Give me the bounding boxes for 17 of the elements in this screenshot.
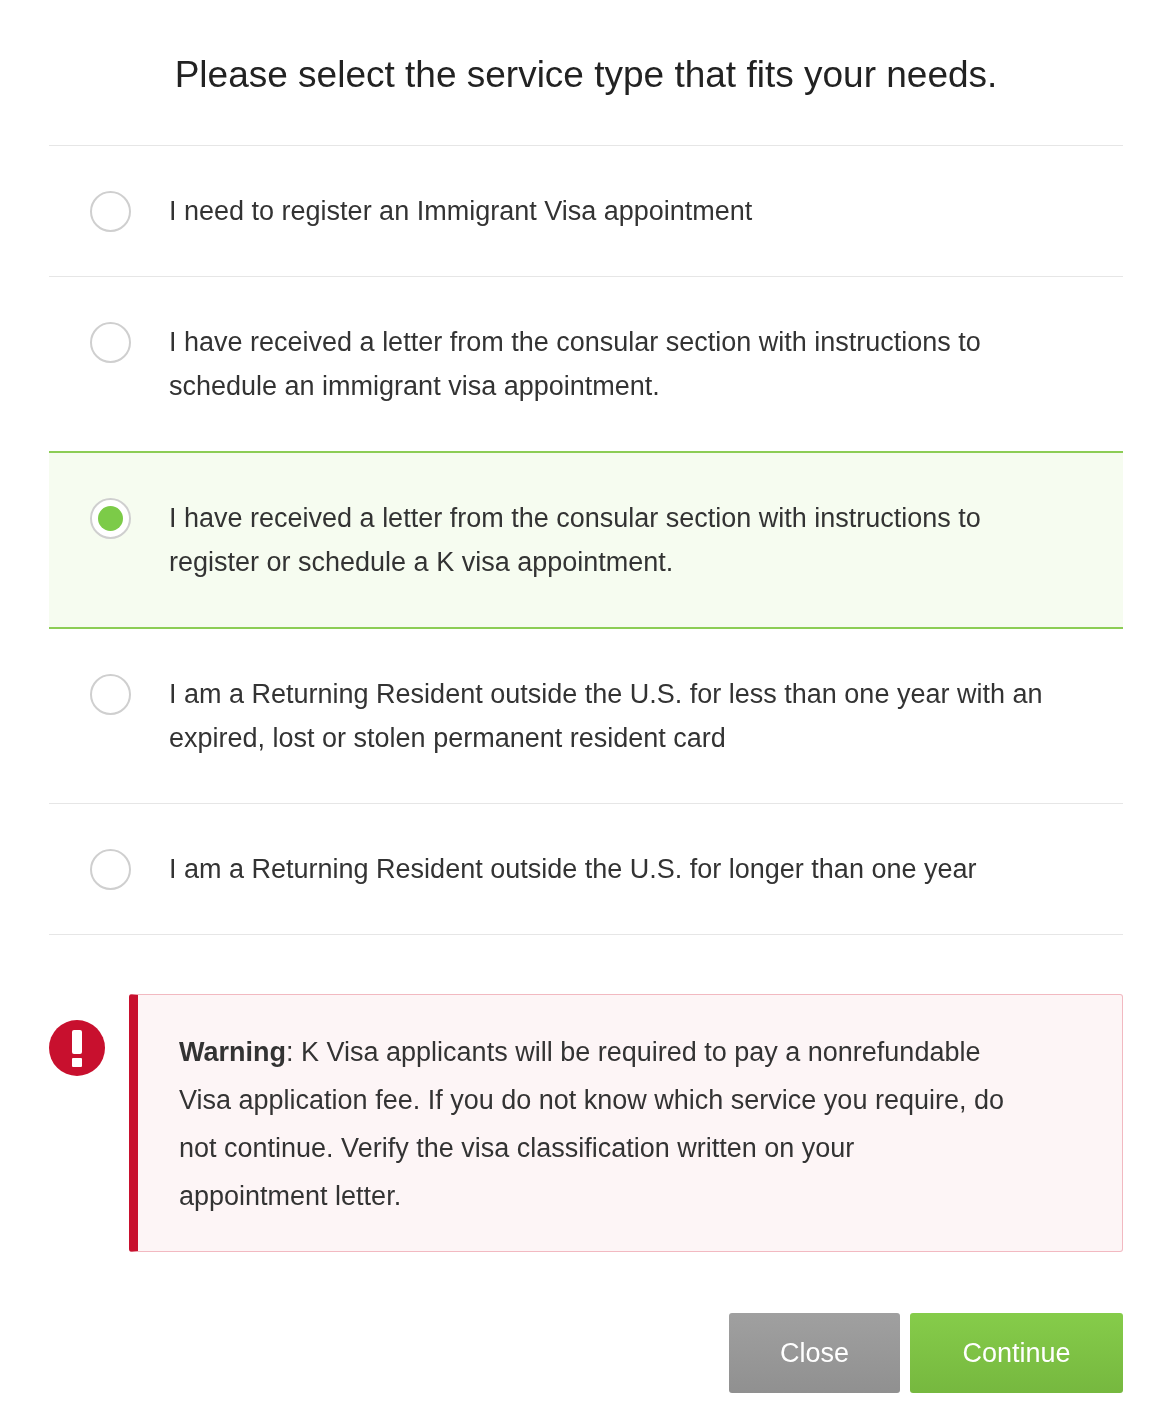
service-option[interactable]: I am a Returning Resident outside the U.S. for less than one year with an expired, lost or stolen permanent resident card: [49, 629, 1123, 804]
option-label: I am a Returning Resident outside the U.S. for less than one year with an expired, lost or stolen permanent resident card: [169, 678, 1044, 755]
option-label: I have received a letter from the consular section with instructions to schedule an immigrant visa appointment.: [169, 326, 982, 403]
warning-text: Warning: K Visa applicants will be required to pay a nonrefundable Visa application fee. If you do not know which service you require, do not continue. Verify the visa classification written on your appointment letter.: [179, 1036, 1005, 1213]
service-option[interactable]: I am a Returning Resident outside the U.S. for longer than one year: [49, 804, 1123, 935]
radio-button[interactable]: [90, 674, 131, 715]
service-option[interactable]: I have received a letter from the consular section with instructions to register or schedule a K visa appointment.: [49, 451, 1123, 629]
radio-button[interactable]: [90, 322, 131, 363]
dialog-title: Please select the service type that fits your needs.: [173, 53, 999, 97]
radio-button[interactable]: [90, 498, 131, 539]
option-label: I have received a letter from the consular section with instructions to register or schedule a K visa appointment.: [169, 502, 982, 579]
service-option[interactable]: I need to register an Immigrant Visa appointment: [49, 146, 1123, 277]
radio-button[interactable]: [90, 849, 131, 890]
warning-icon: [49, 1020, 105, 1076]
option-label: I am a Returning Resident outside the U.S. for longer than one year: [169, 853, 977, 886]
option-label: I need to register an Immigrant Visa appointment: [169, 195, 753, 228]
radio-button[interactable]: [90, 191, 131, 232]
